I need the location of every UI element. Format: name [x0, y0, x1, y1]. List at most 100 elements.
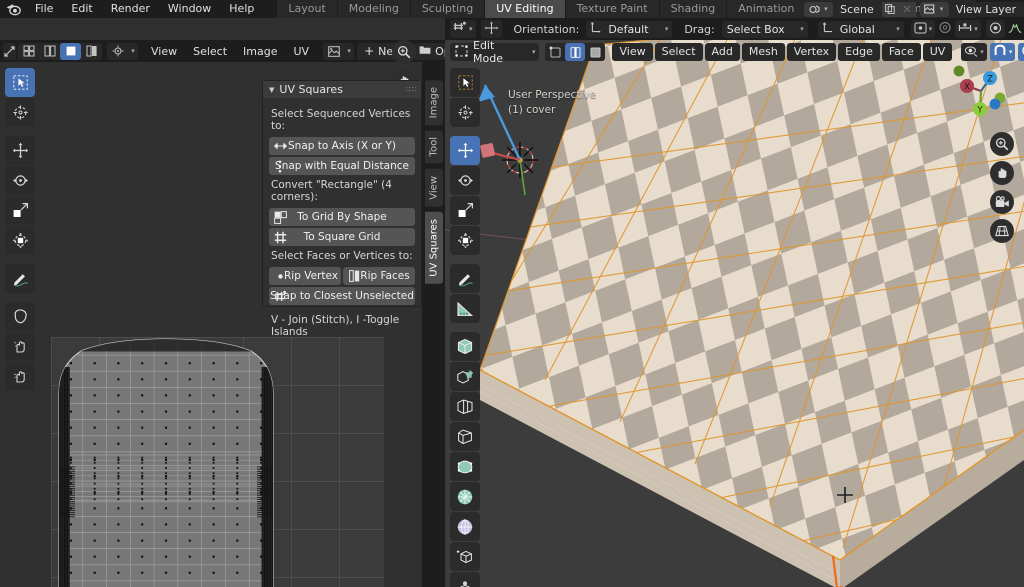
vp-tool-loop-cut[interactable]	[450, 452, 480, 481]
vp-tool-cursor[interactable]	[450, 98, 480, 127]
magnet-toggle[interactable]: ▾	[989, 43, 1016, 61]
to-grid-by-shape-button[interactable]: To Grid By Shape	[269, 208, 415, 226]
blender-logo-icon[interactable]	[0, 0, 26, 18]
image-datablock-selector[interactable]: ▾	[323, 42, 355, 60]
vp-tool-smooth[interactable]	[450, 572, 480, 587]
uv-select-vertex[interactable]	[18, 43, 39, 60]
scene-selector[interactable]: ▾ Scene	[804, 1, 916, 17]
navigation-gizmo[interactable]: X Y Z	[950, 60, 1012, 122]
uv-tool-grab[interactable]	[5, 302, 35, 331]
vp-tool-measure[interactable]	[450, 294, 480, 323]
transform-gizmo-toggle[interactable]	[480, 20, 502, 38]
proportional-edit-toggle[interactable]	[935, 20, 955, 38]
side-tab-uv-squares[interactable]: UV Squares	[425, 211, 443, 284]
snap-settings-dropdown[interactable]: ▾	[450, 20, 476, 38]
proportional-toggle[interactable]: ▾	[1018, 43, 1024, 61]
vp-menu-add[interactable]: Add	[704, 43, 740, 61]
pivot-dropdown[interactable]: ▾	[910, 20, 936, 38]
vp-menu-face[interactable]: Face	[881, 43, 921, 61]
vp-tool-tweak[interactable]	[450, 68, 480, 97]
vp-tool-extrude[interactable]	[450, 362, 480, 391]
uv-menu-uv[interactable]: UV	[286, 43, 318, 60]
vp-tool-annotate[interactable]	[450, 264, 480, 293]
uv-tool-relax[interactable]	[5, 332, 35, 361]
uv-select-island[interactable]	[81, 43, 102, 60]
snap-to-axis-button[interactable]: Snap to Axis (X or Y)	[269, 137, 415, 155]
uv-zoom-button[interactable]	[392, 40, 416, 64]
viewport-pan-button[interactable]	[990, 161, 1014, 185]
vp-tool-bevel[interactable]	[450, 422, 480, 451]
vp-menu-vertex[interactable]: Vertex	[786, 43, 837, 61]
uv-island-mesh[interactable]	[51, 337, 384, 587]
proportional-size-dropdown[interactable]: ▾	[955, 20, 981, 38]
side-tab-image[interactable]: Image	[425, 80, 443, 126]
workspace-tab-sculpting[interactable]: Sculpting	[410, 0, 486, 18]
menu-file[interactable]: File	[26, 0, 62, 18]
menu-render[interactable]: Render	[102, 0, 159, 18]
vp-tool-transform[interactable]	[450, 226, 480, 255]
uv-squares-panel-header[interactable]: ▼ UV Squares	[263, 81, 421, 98]
vp-menu-uv[interactable]: UV	[922, 43, 953, 61]
workspace-tab-uv-editing[interactable]: UV Editing	[485, 0, 566, 18]
vp-menu-select[interactable]: Select	[654, 43, 703, 61]
uv-pivot-selector[interactable]: ▾	[107, 42, 138, 60]
uv-select-edge[interactable]	[39, 43, 60, 60]
uv-tool-scale[interactable]	[5, 196, 35, 225]
viewport-canvas[interactable]: User Perspective (1) cover X Y Z	[445, 18, 1024, 587]
vp-tool-inset[interactable]	[450, 392, 480, 421]
vp-menu-edge[interactable]: Edge	[838, 43, 880, 61]
mesh-select-edge[interactable]	[565, 43, 586, 61]
visibility-dropdown[interactable]: ▾	[961, 43, 987, 61]
new-scene-button[interactable]	[881, 1, 899, 17]
workspace-tab-animation[interactable]: Animation	[727, 0, 807, 18]
mesh-select-vertex[interactable]	[545, 43, 565, 61]
mesh-select-face[interactable]	[585, 43, 605, 61]
uv-tool-tweak[interactable]	[5, 68, 35, 97]
workspace-tab-modeling[interactable]: Modeling	[337, 0, 411, 18]
uv-tool-annotate[interactable]	[5, 264, 35, 293]
viewport-zoom-button[interactable]	[990, 132, 1014, 156]
transform-pivot-dropdown[interactable]: Global ▾	[817, 20, 904, 38]
uv-menu-view[interactable]: View	[143, 43, 185, 60]
vp-menu-mesh[interactable]: Mesh	[741, 43, 785, 61]
workspace-tab-shading[interactable]: Shading	[659, 0, 728, 18]
rip-faces-button[interactable]: Rip Faces	[343, 267, 415, 285]
uv-menu-select[interactable]: Select	[185, 43, 235, 60]
uv-editor-type-icon[interactable]	[3, 42, 16, 60]
workspace-tab-layout[interactable]: Layout	[277, 0, 338, 18]
vp-tool-knife[interactable]	[450, 482, 480, 511]
side-tab-tool[interactable]: Tool	[425, 130, 443, 164]
uv-tool-rotate[interactable]	[5, 166, 35, 195]
close-scene-button[interactable]	[898, 1, 916, 17]
viewport-camera-button[interactable]	[990, 190, 1014, 214]
vp-menu-view[interactable]: View	[612, 43, 653, 61]
vp-tool-poly-build[interactable]	[450, 512, 480, 541]
uv-tool-move[interactable]	[5, 136, 35, 165]
snap-equal-distance-button[interactable]: Snap with Equal Distance	[269, 157, 415, 175]
uv-select-face[interactable]	[60, 42, 81, 60]
falloff-dropdown[interactable]	[985, 20, 1005, 38]
side-tab-view[interactable]: View	[425, 168, 443, 207]
vp-tool-scale[interactable]	[450, 196, 480, 225]
uv-tool-pinch[interactable]	[5, 362, 35, 391]
orientation-dropdown[interactable]: Default ▾	[586, 20, 673, 38]
workspace-tab-texture-paint[interactable]: Texture Paint	[565, 0, 660, 18]
uv-menu-image[interactable]: Image	[235, 43, 285, 60]
to-square-grid-button[interactable]: To Square Grid	[269, 228, 415, 246]
snap-closest-unselected-button[interactable]: Snap to Closest Unselected	[269, 287, 415, 305]
uv-tool-cursor[interactable]	[5, 98, 35, 127]
falloff-curve-dropdown[interactable]: ▾	[1005, 20, 1024, 38]
drag-dropdown[interactable]: Select Box ▾	[721, 20, 808, 38]
uv-tool-transform[interactable]	[5, 226, 35, 255]
vp-tool-spin[interactable]	[450, 542, 480, 571]
menu-help[interactable]: Help	[220, 0, 263, 18]
view-layer-selector[interactable]: ▾ View Layer	[919, 1, 1024, 17]
viewport-ortho-toggle-button[interactable]	[990, 219, 1014, 243]
menu-edit[interactable]: Edit	[62, 0, 101, 18]
vp-tool-add-cube[interactable]	[450, 332, 480, 361]
vp-tool-move[interactable]	[450, 136, 480, 165]
rip-vertex-button[interactable]: Rip Vertex	[269, 267, 341, 285]
vp-tool-rotate[interactable]	[450, 166, 480, 195]
menu-window[interactable]: Window	[159, 0, 220, 18]
interaction-mode-selector[interactable]: Edit Mode ▾	[450, 39, 540, 65]
